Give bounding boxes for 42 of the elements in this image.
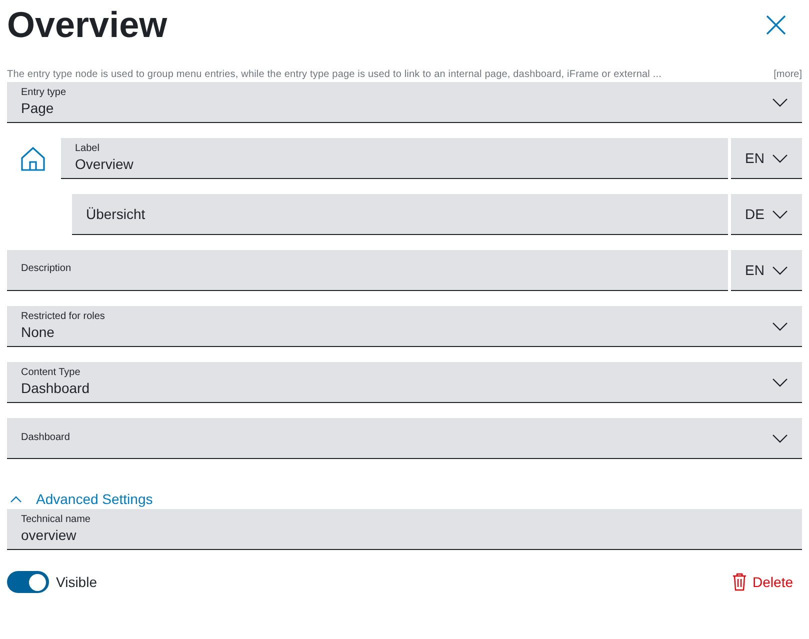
- dropdown-field[interactable]: Content Type Dashboard: [7, 362, 802, 403]
- delete-button[interactable]: Delete: [732, 572, 793, 592]
- field-value: None: [21, 323, 56, 341]
- field-value: Page: [21, 99, 55, 117]
- chevron-down-icon: [772, 98, 788, 106]
- visible-switch[interactable]: [7, 571, 49, 593]
- chevron-down-icon: [772, 322, 788, 330]
- translation-field[interactable]: Übersicht: [72, 194, 728, 235]
- chevron-down-icon: [772, 154, 788, 162]
- technical-name-field[interactable]: Technical name overview: [7, 509, 802, 550]
- trash-icon: [732, 573, 747, 591]
- field-label: Dashboard: [21, 432, 71, 444]
- field-value: Overview: [75, 155, 134, 173]
- dialog-title: Overview: [7, 7, 168, 43]
- language-select[interactable]: EN: [731, 250, 802, 291]
- entry-type-select[interactable]: Entry type Page: [7, 82, 802, 123]
- dropdown-field[interactable]: Restricted for roles None: [7, 306, 802, 347]
- description-field[interactable]: Description: [7, 250, 728, 291]
- language-select[interactable]: EN: [731, 138, 802, 179]
- field-label: Restricted for roles: [21, 311, 106, 323]
- chevron-down-icon: [772, 210, 788, 218]
- close-button[interactable]: [766, 15, 786, 35]
- chevron-down-icon: [772, 378, 788, 386]
- field-label: Entry type: [21, 87, 68, 99]
- hint-text: The entry type node is used to group menu entries, while the entry type page is used to link to an internal page, dashboard, iFrame or external ...: [7, 68, 662, 82]
- field-value: Dashboard: [21, 379, 90, 397]
- field-value: overview: [21, 526, 78, 544]
- language-select[interactable]: DE: [731, 194, 802, 235]
- dropdown-field[interactable]: Dashboard: [7, 418, 802, 459]
- more-link[interactable]: [more]: [774, 66, 802, 82]
- close-icon: [766, 15, 786, 35]
- visible-label: Visible: [56, 572, 97, 592]
- field-value: Übersicht: [86, 205, 146, 223]
- chevron-down-icon: [772, 434, 788, 442]
- home-icon: [20, 146, 46, 172]
- field-label: Description: [21, 263, 72, 274]
- chevron-down-icon: [772, 266, 788, 274]
- advanced-settings-toggle[interactable]: Advanced Settings: [7, 489, 153, 509]
- field-label: Content Type: [21, 367, 82, 379]
- field-label: Technical name: [21, 514, 92, 526]
- field-label: Label: [75, 143, 100, 155]
- label-field[interactable]: Label Overview: [61, 138, 728, 179]
